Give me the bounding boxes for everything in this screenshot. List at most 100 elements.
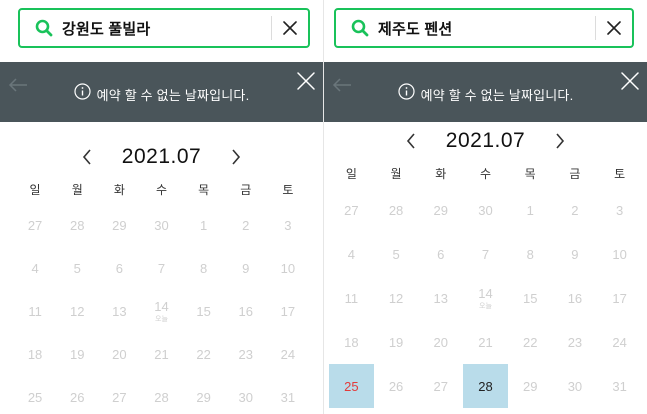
calendar-day[interactable]: 23 (225, 333, 267, 376)
calendar-day[interactable]: 26 (374, 364, 419, 408)
calendar-day[interactable]: 4 (329, 232, 374, 276)
calendar-day[interactable]: 5 (56, 247, 98, 290)
calendar-day-number: 7 (157, 261, 166, 276)
weekday-label: 금 (569, 166, 581, 181)
calendar-day[interactable]: 12 (56, 290, 98, 333)
calendar-day[interactable]: 15 (508, 276, 553, 320)
calendar-day[interactable]: 11 (14, 290, 56, 333)
calendar-day[interactable]: 5 (374, 232, 419, 276)
unavailable-date-toast: 예약 할 수 없는 날짜입니다. (0, 62, 323, 122)
calendar-day[interactable]: 29 (508, 364, 553, 408)
calendar-day[interactable]: 16 (225, 290, 267, 333)
calendar-day[interactable]: 29 (183, 376, 225, 414)
calendar-day-number: 23 (567, 334, 583, 350)
toast-close-icon[interactable] (619, 70, 641, 92)
calendar-day[interactable]: 30 (553, 364, 598, 408)
calendar-day[interactable]: 21 (140, 333, 182, 376)
calendar-day[interactable]: 18 (14, 333, 56, 376)
calendar-day[interactable]: 3 (597, 188, 642, 232)
calendar-day[interactable]: 28 (140, 376, 182, 414)
calendar-day[interactable]: 26 (56, 376, 98, 414)
calendar-day-number: 28 (154, 390, 169, 405)
calendar-day[interactable]: 6 (98, 247, 140, 290)
calendar-day[interactable]: 9 (225, 247, 267, 290)
calendar-day[interactable]: 29 (98, 204, 140, 247)
calendar-day-number: 19 (388, 334, 404, 350)
calendar-day[interactable]: 22 (183, 333, 225, 376)
calendar-day-number: 15 (522, 290, 538, 306)
calendar-day[interactable]: 30 (463, 188, 508, 232)
search-query[interactable]: 제주도 펜션 (378, 18, 595, 39)
calendar-day[interactable]: 30 (140, 204, 182, 247)
calendar-day-number: 28 (478, 378, 493, 394)
calendar-day[interactable]: 27 (329, 188, 374, 232)
weekday-label: 일 (29, 182, 41, 197)
calendar-day[interactable]: 12 (374, 276, 419, 320)
calendar-day[interactable]: 20 (98, 333, 140, 376)
calendar-day[interactable]: 15 (183, 290, 225, 333)
calendar-day[interactable]: 2 (553, 188, 598, 232)
info-circle-icon (73, 83, 91, 105)
calendar-day[interactable]: 11 (329, 276, 374, 320)
calendar-day[interactable]: 31 (597, 364, 642, 408)
close-icon[interactable] (272, 10, 308, 46)
calendar-day[interactable]: 24 (267, 333, 309, 376)
search-bar[interactable]: 제주도 펜션 (334, 8, 634, 48)
close-icon[interactable] (596, 10, 632, 46)
calendar-day[interactable]: 4 (14, 247, 56, 290)
prev-month-icon[interactable] (402, 132, 420, 150)
calendar-day[interactable]: 30 (225, 376, 267, 414)
calendar-day-number: 10 (612, 246, 627, 262)
calendar-day[interactable]: 1 (508, 188, 553, 232)
weekday-label: 토 (614, 166, 626, 181)
calendar-day[interactable]: 28 (374, 188, 419, 232)
calendar-day[interactable]: 17 (597, 276, 642, 320)
calendar-day[interactable]: 18 (329, 320, 374, 364)
calendar-day-number: 28 (388, 202, 404, 218)
next-month-icon[interactable] (227, 148, 245, 166)
calendar-day-number: 13 (112, 304, 127, 319)
calendar-day[interactable]: 9 (553, 232, 598, 276)
calendar-day[interactable]: 28 (56, 204, 98, 247)
calendar-day[interactable]: 27 (14, 204, 56, 247)
prev-month-icon[interactable] (78, 148, 96, 166)
calendar-day[interactable]: 13 (98, 290, 140, 333)
calendar-day-number: 2 (242, 218, 250, 233)
weekday-label: 화 (113, 182, 125, 197)
calendar-day[interactable]: 8 (508, 232, 553, 276)
toast-close-icon[interactable] (295, 70, 317, 92)
calendar-day-number: 27 (344, 202, 359, 218)
calendar-day[interactable]: 19 (56, 333, 98, 376)
calendar-day-selected[interactable]: 28 (463, 364, 508, 408)
calendar-day[interactable]: 2 (225, 204, 267, 247)
calendar-day[interactable]: 1 (183, 204, 225, 247)
calendar-day[interactable]: 6 (418, 232, 463, 276)
calendar-day-selected[interactable]: 25 (329, 364, 374, 408)
search-query[interactable]: 강원도 풀빌라 (62, 18, 271, 39)
calendar-day[interactable]: 13 (418, 276, 463, 320)
calendar-day[interactable]: 24 (597, 320, 642, 364)
calendar-day[interactable]: 14 오늘 (140, 290, 182, 333)
calendar-day[interactable]: 17 (267, 290, 309, 333)
calendar-day[interactable]: 8 (183, 247, 225, 290)
calendar-day[interactable]: 7 (463, 232, 508, 276)
calendar-day[interactable]: 20 (418, 320, 463, 364)
calendar-day-number: 22 (196, 347, 211, 362)
calendar-day[interactable]: 27 (98, 376, 140, 414)
calendar-day[interactable]: 7 (140, 247, 182, 290)
calendar-day[interactable]: 21 (463, 320, 508, 364)
calendar-day[interactable]: 27 (418, 364, 463, 408)
calendar-day[interactable]: 19 (374, 320, 419, 364)
calendar-day[interactable]: 16 (553, 276, 598, 320)
calendar-day[interactable]: 25 (14, 376, 56, 414)
calendar-day[interactable]: 29 (418, 188, 463, 232)
calendar-day[interactable]: 10 (267, 247, 309, 290)
next-month-icon[interactable] (551, 132, 569, 150)
calendar-day[interactable]: 31 (267, 376, 309, 414)
calendar-day[interactable]: 22 (508, 320, 553, 364)
calendar-day[interactable]: 3 (267, 204, 309, 247)
calendar-day[interactable]: 14 오늘 (463, 276, 508, 320)
calendar-day[interactable]: 23 (553, 320, 598, 364)
search-bar[interactable]: 강원도 풀빌라 (18, 8, 310, 48)
calendar-day[interactable]: 10 (597, 232, 642, 276)
